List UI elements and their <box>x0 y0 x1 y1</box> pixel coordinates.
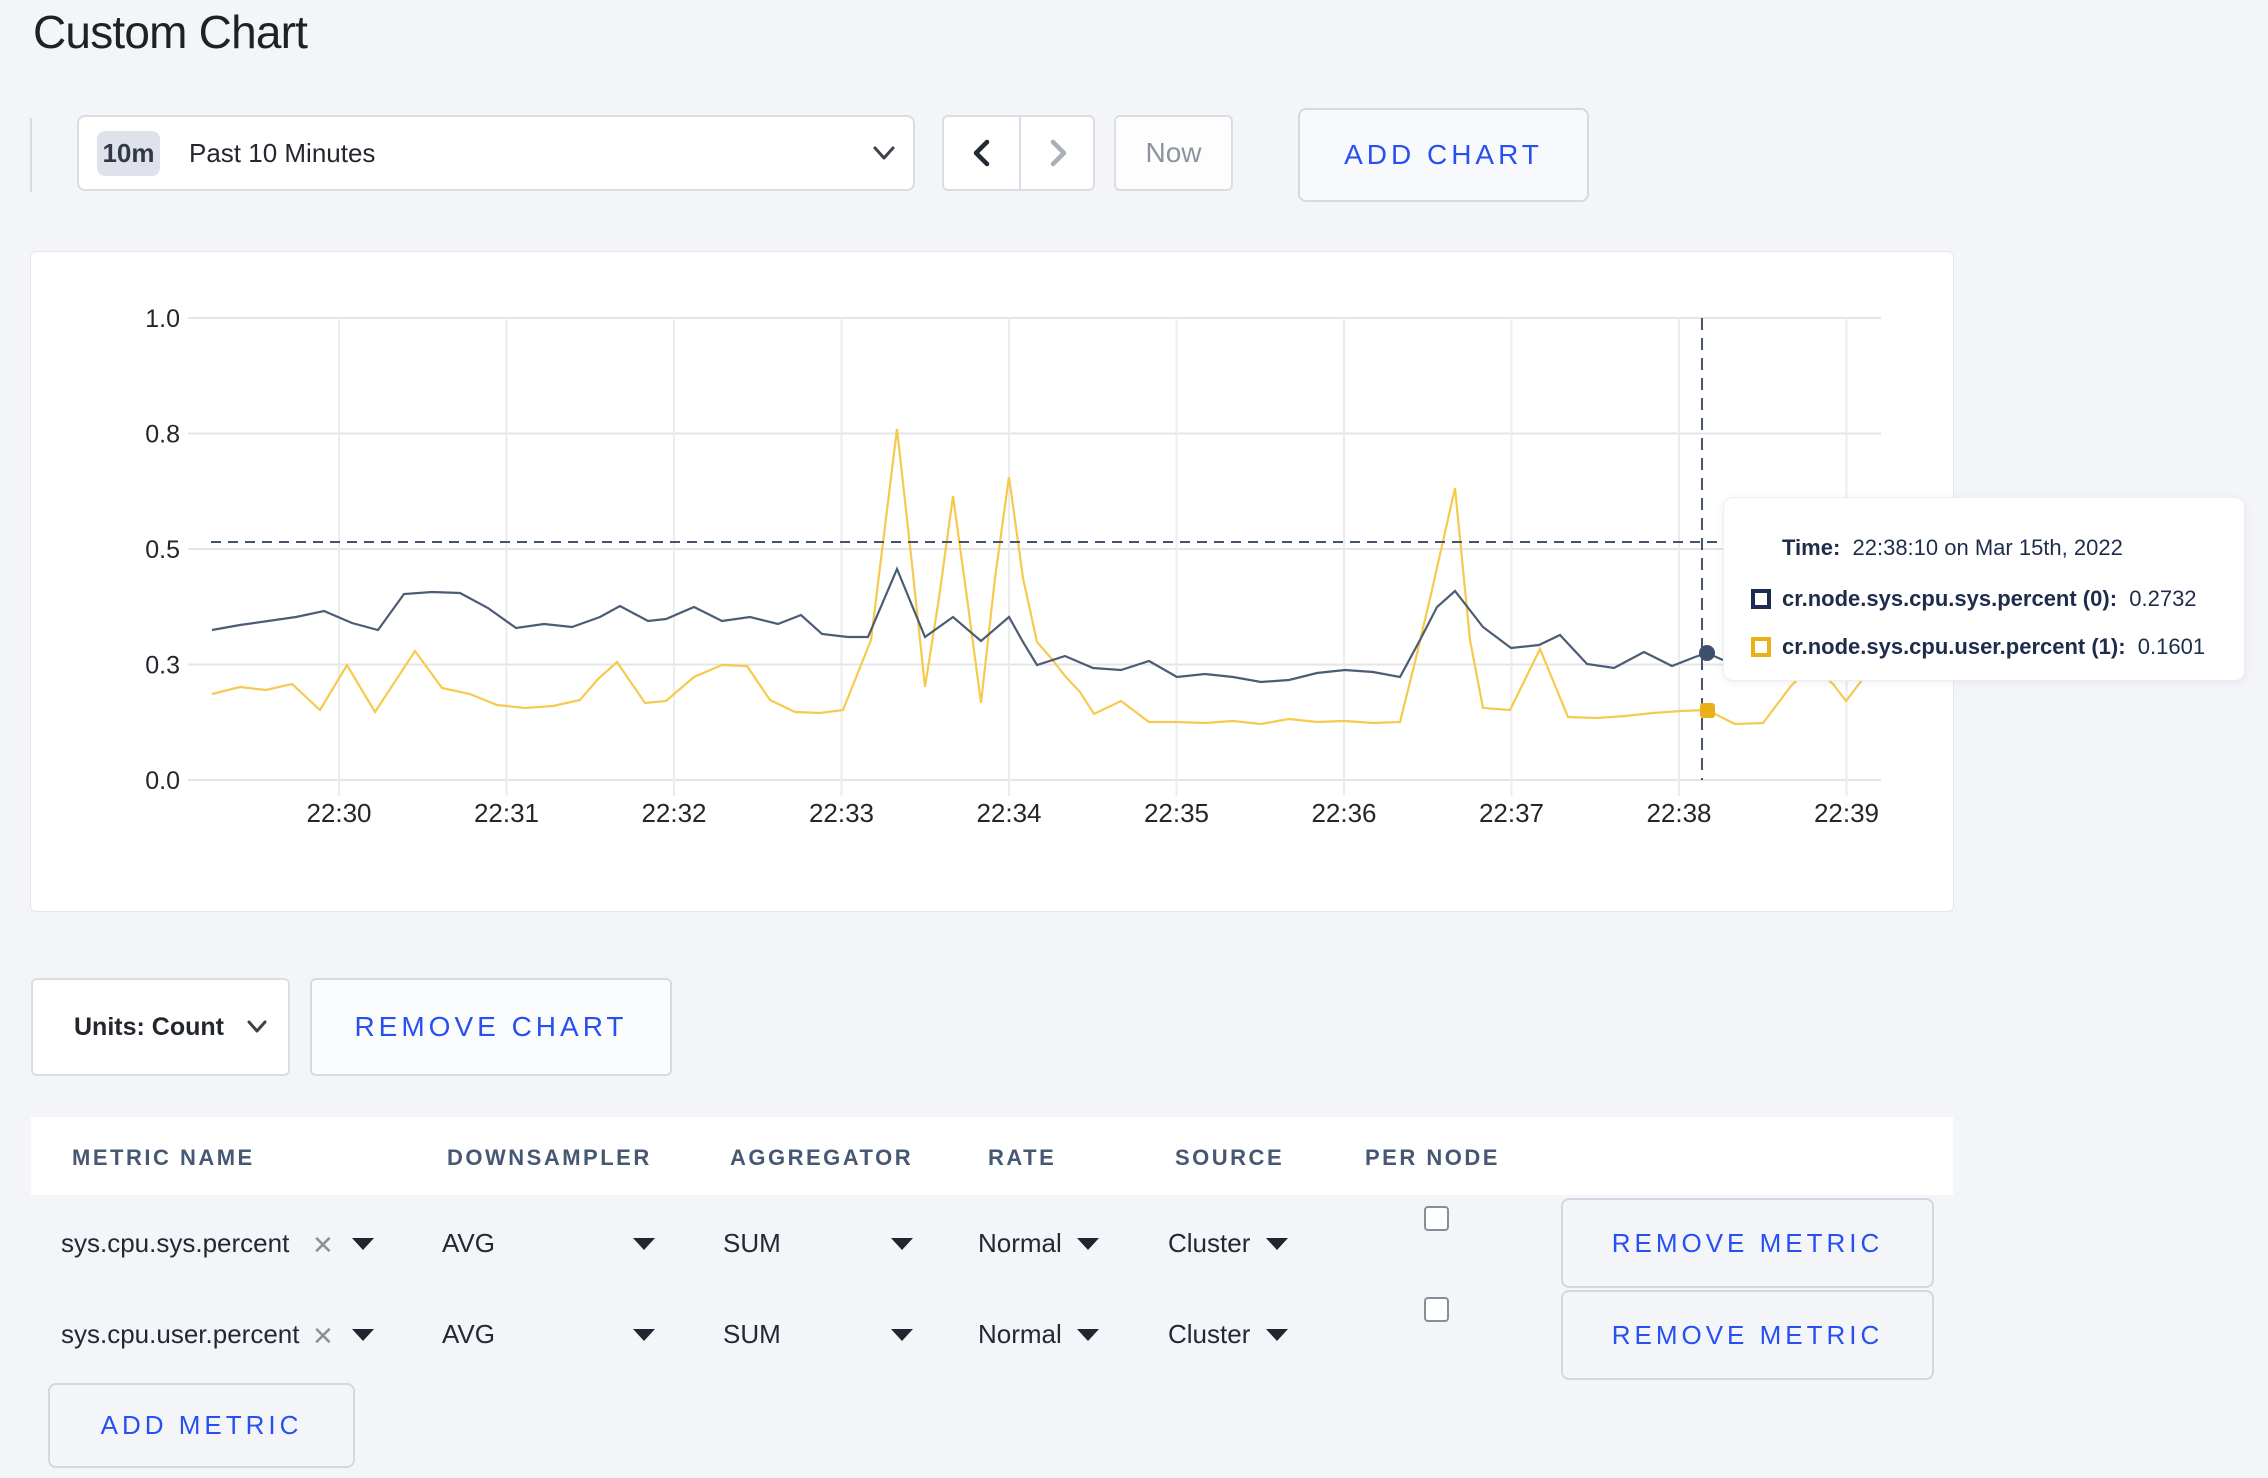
svg-text:22:32: 22:32 <box>641 798 706 828</box>
svg-text:0.8: 0.8 <box>145 421 180 449</box>
svg-text:22:38: 22:38 <box>1646 798 1711 828</box>
svg-text:22:30: 22:30 <box>306 798 371 828</box>
svg-text:0.0: 0.0 <box>145 767 180 795</box>
svg-text:22:35: 22:35 <box>1144 798 1209 828</box>
svg-text:1.0: 1.0 <box>145 305 180 333</box>
svg-text:22:36: 22:36 <box>1311 798 1376 828</box>
svg-text:22:34: 22:34 <box>976 798 1041 828</box>
svg-text:22:33: 22:33 <box>809 798 874 828</box>
svg-text:22:37: 22:37 <box>1479 798 1544 828</box>
svg-text:22:39: 22:39 <box>1814 798 1879 828</box>
svg-text:0.5: 0.5 <box>145 536 180 564</box>
svg-text:0.3: 0.3 <box>145 652 180 680</box>
svg-text:22:31: 22:31 <box>474 798 539 828</box>
